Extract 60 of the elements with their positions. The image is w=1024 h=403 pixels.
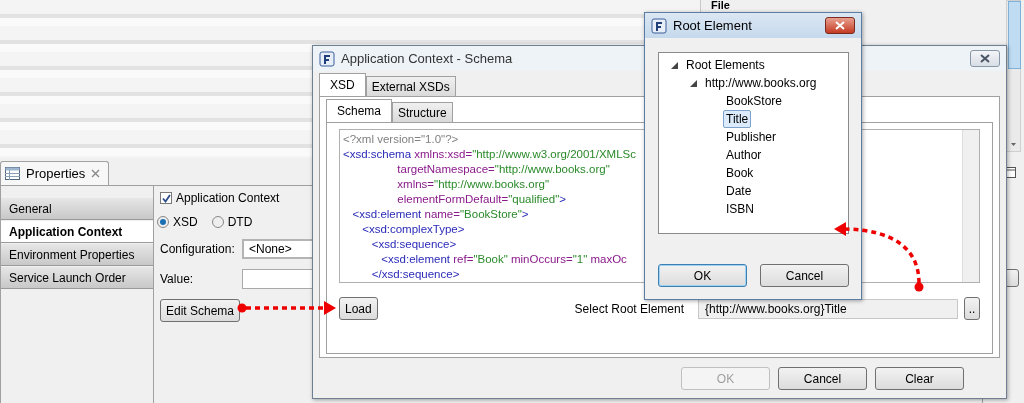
scrollbar[interactable] xyxy=(962,130,979,282)
panel-header: File xyxy=(711,0,730,11)
load-button[interactable]: Load xyxy=(339,297,378,320)
code-line: xmlns="http://www.books.org" xyxy=(396,177,549,192)
code-line: elementFormDefault="qualified"> xyxy=(396,192,566,207)
code-line: <xsd:schema xmlns:xsd="http://www.w3.org/2001/XMLSc xyxy=(343,147,636,162)
tree-item[interactable]: Root Elements xyxy=(683,56,768,74)
tree-item[interactable]: http://www.books.org xyxy=(702,74,820,92)
tree-item[interactable]: Book xyxy=(723,164,757,182)
tree-item[interactable]: Publisher xyxy=(723,128,780,146)
section-tab[interactable]: Environment Properties xyxy=(1,244,153,266)
code-line: </xsd:sequence> xyxy=(370,267,460,282)
radio-label: DTD xyxy=(227,215,253,229)
code-line: targetNamespace="http://www.books.org" xyxy=(396,162,610,177)
close-icon[interactable] xyxy=(91,169,101,178)
close-button[interactable] xyxy=(970,50,1000,67)
table-icon xyxy=(5,167,20,180)
properties-tab[interactable]: Properties xyxy=(0,161,110,185)
tree-item[interactable]: Date xyxy=(723,182,755,200)
tree-item[interactable]: BookStore xyxy=(723,92,786,110)
radio-button[interactable] xyxy=(157,216,169,228)
field-label: Select Root Element xyxy=(574,301,684,316)
code-line: <?xml version="1.0"?> xyxy=(343,132,459,147)
section-tab[interactable]: Application Context xyxy=(1,221,153,243)
tab[interactable]: XSD xyxy=(319,73,366,96)
section-tab[interactable]: General xyxy=(1,198,153,220)
close-icon xyxy=(834,21,846,30)
tree-item[interactable]: ISBN xyxy=(723,200,757,218)
code-line: <xsd:sequence> xyxy=(370,237,457,252)
checkbox[interactable] xyxy=(160,192,172,204)
dialog-title: Root Element xyxy=(673,18,752,33)
edit-schema-button[interactable]: Edit Schema xyxy=(160,299,241,322)
app-icon xyxy=(651,17,667,34)
section-tab[interactable]: Service Launch Order xyxy=(1,267,153,289)
expand-triangle-icon[interactable] xyxy=(690,79,697,87)
dialog-button[interactable]: Cancel xyxy=(778,367,867,390)
tree-item[interactable]: Title xyxy=(723,110,752,128)
tab[interactable]: External XSDs xyxy=(365,76,456,96)
radio-label: XSD xyxy=(173,215,198,229)
radio-button[interactable] xyxy=(211,216,224,228)
code-line: <xsd:complexType> xyxy=(361,222,465,237)
tree-item[interactable]: Author xyxy=(723,146,765,164)
code-line: <xsd:element name="BookStore"> xyxy=(351,207,529,222)
checkbox-label: Application Context xyxy=(176,191,280,205)
app-icon xyxy=(319,50,335,67)
field-label: Value: xyxy=(160,272,195,286)
dialog-button[interactable]: Cancel xyxy=(760,264,849,287)
tab[interactable]: Structure xyxy=(392,102,453,122)
scrollbar[interactable] xyxy=(1006,0,1021,152)
expand-triangle-icon[interactable] xyxy=(671,61,678,69)
root-element-field[interactable]: {http://www.books.org}Title xyxy=(698,298,958,319)
code-line: <xsd:element ref="Book" minOccurs="1" maxOc xyxy=(380,252,627,267)
tab[interactable]: Schema xyxy=(326,99,393,122)
close-button[interactable] xyxy=(825,17,855,34)
dialog-title: Application Context - Schema xyxy=(341,51,513,66)
dialog-button[interactable]: OK xyxy=(658,264,747,287)
browse-button[interactable]: .. xyxy=(964,297,980,320)
field-label: Configuration: xyxy=(160,242,236,256)
close-icon xyxy=(979,54,991,63)
dialog-button[interactable]: Clear xyxy=(875,367,964,390)
